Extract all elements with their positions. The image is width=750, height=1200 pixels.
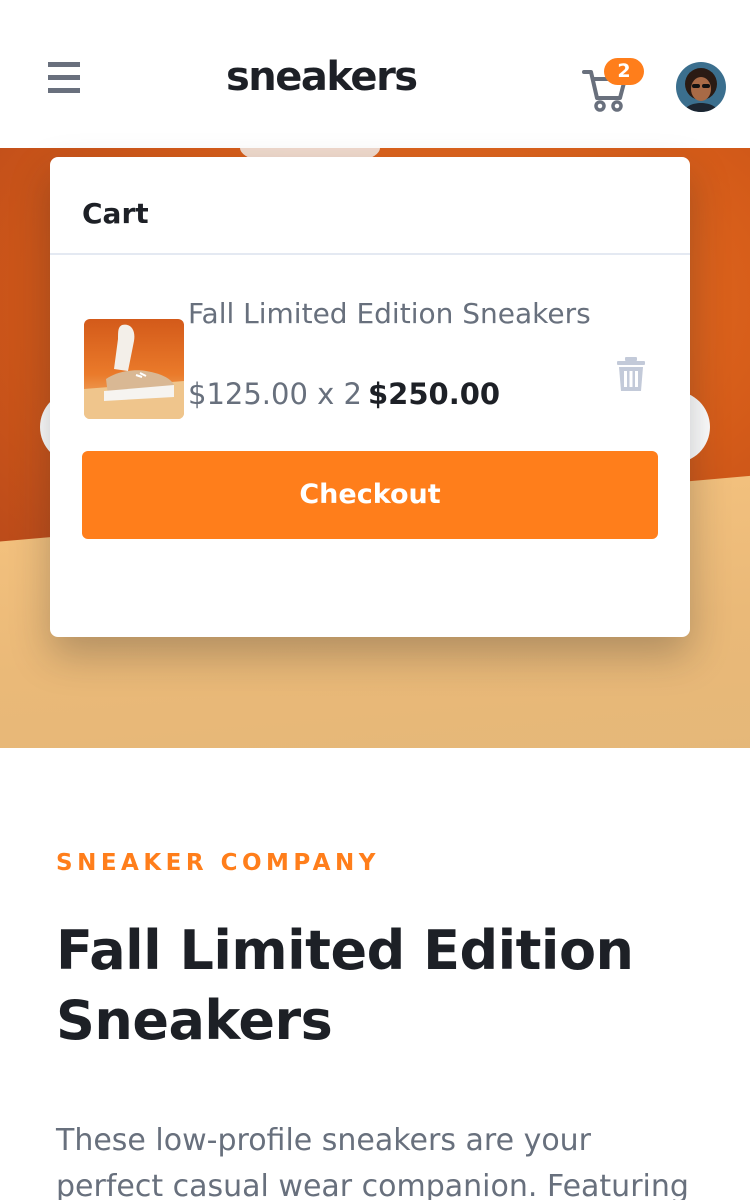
menu-bar	[48, 88, 80, 93]
menu-bar	[48, 75, 80, 80]
cart-item-name: Fall Limited Edition Sneakers	[188, 297, 591, 330]
cart-dropdown: Cart Fall Limited Edition Sneakers $125.…	[50, 157, 690, 637]
cart-title: Cart	[82, 197, 149, 230]
delete-icon[interactable]	[615, 357, 647, 391]
cart-item-unit-price: $125.00 x 2	[188, 377, 362, 411]
checkout-button[interactable]: Checkout	[82, 451, 658, 539]
cart-item-thumbnail	[84, 319, 184, 419]
product-description: These low-profile sneakers are your perf…	[56, 1123, 689, 1200]
cart-item-price-line: $125.00 x 2 $250.00	[188, 375, 500, 413]
site-logo[interactable]: sneakers	[226, 52, 418, 102]
site-header: sneakers 2	[0, 0, 750, 148]
menu-bar	[48, 62, 80, 67]
user-avatar[interactable]	[676, 62, 726, 112]
product-title: Fall Limited Edition Sneakers	[56, 919, 634, 1052]
cart-count-badge: 2	[604, 58, 644, 85]
cart-divider	[50, 253, 690, 255]
company-label: SNEAKER COMPANY	[56, 850, 380, 876]
hamburger-menu-icon[interactable]	[48, 62, 80, 94]
cart-item-total: $250.00	[367, 377, 501, 411]
